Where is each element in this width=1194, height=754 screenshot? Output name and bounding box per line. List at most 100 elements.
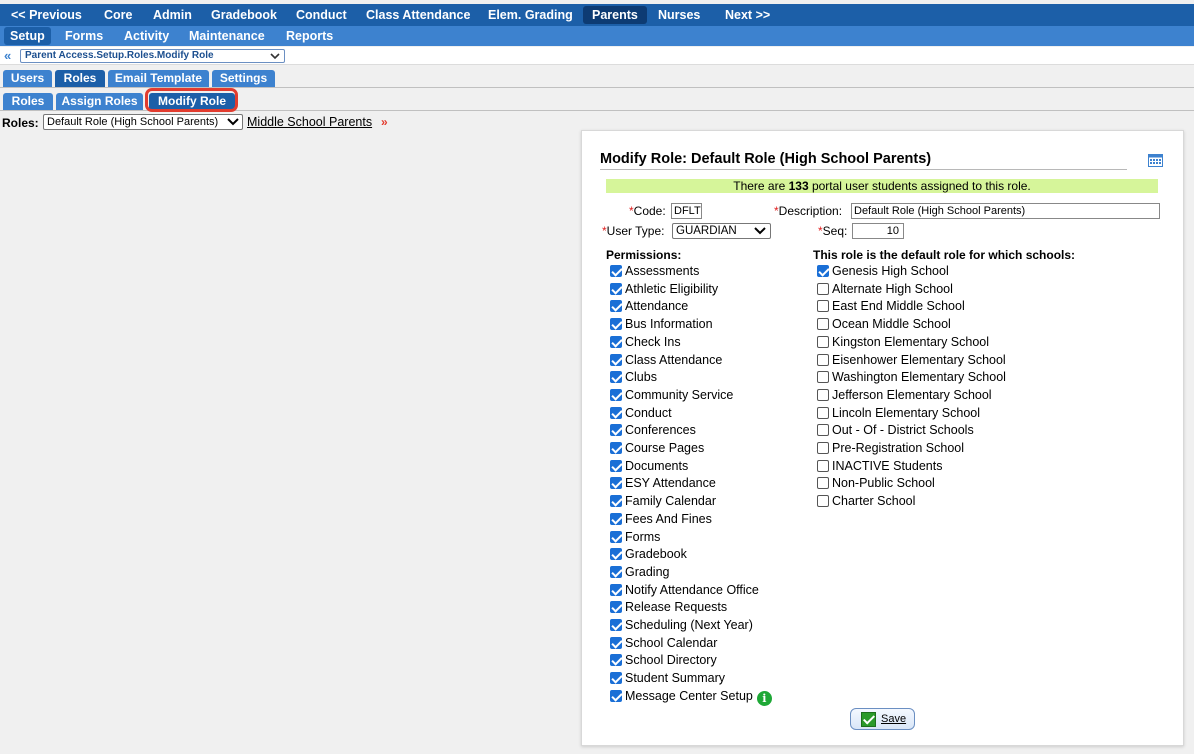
- school-checkbox[interactable]: [817, 282, 829, 295]
- permission-checkbox[interactable]: [610, 654, 622, 667]
- permission-label: Athletic Eligibility: [625, 281, 719, 296]
- school-checkbox[interactable]: [817, 424, 829, 437]
- nav-next[interactable]: Next >>: [725, 4, 770, 26]
- subnav-reports[interactable]: Reports: [286, 26, 333, 46]
- nav-gradebook[interactable]: Gradebook: [211, 4, 277, 26]
- permission-checkbox[interactable]: [610, 371, 622, 384]
- permission-checkbox[interactable]: [610, 300, 622, 313]
- permission-checkbox[interactable]: [610, 353, 622, 366]
- top-nav: << Previous Core Admin Gradebook Conduct…: [0, 4, 1194, 26]
- subnav-maintenance[interactable]: Maintenance: [189, 26, 265, 46]
- school-checkbox[interactable]: [817, 495, 829, 508]
- school-checkbox[interactable]: [817, 300, 829, 313]
- breadcrumb-select[interactable]: Parent Access.Setup.Roles.Modify Role: [20, 49, 285, 63]
- tabs-level1: Users Roles Email Template Settings: [0, 68, 1194, 88]
- double-chevron-left-icon[interactable]: «: [4, 48, 11, 63]
- school-label: INACTIVE Students: [832, 458, 943, 473]
- school-checkbox[interactable]: [817, 459, 829, 472]
- info-icon[interactable]: i: [756, 690, 772, 706]
- permission-label: Attendance: [625, 299, 689, 314]
- permission-checkbox[interactable]: [610, 442, 622, 454]
- user-type-select[interactable]: GUARDIAN: [672, 223, 771, 239]
- permission-checkbox[interactable]: [610, 619, 622, 631]
- nav-previous[interactable]: << Previous: [11, 4, 82, 26]
- permission-checkbox[interactable]: [610, 565, 622, 578]
- permission-checkbox[interactable]: [610, 495, 622, 508]
- permission-checkbox[interactable]: [610, 583, 622, 596]
- permission-checkbox[interactable]: [610, 601, 622, 614]
- school-label: Ocean Middle School: [832, 317, 951, 332]
- permission-label: Documents: [625, 458, 689, 473]
- modify-role-panel: Modify Role: Default Role (High School P…: [581, 130, 1184, 746]
- save-button[interactable]: Save: [850, 708, 915, 730]
- school-label: Pre-Registration School: [832, 441, 965, 455]
- permission-checkbox[interactable]: [610, 406, 622, 419]
- permission-checkbox[interactable]: [610, 689, 622, 702]
- tab-users[interactable]: Users: [3, 70, 52, 87]
- school-checkbox[interactable]: [817, 335, 829, 348]
- nav-core[interactable]: Core: [104, 4, 132, 26]
- permission-label: School Calendar: [625, 635, 718, 650]
- nav-parents[interactable]: Parents: [583, 6, 647, 24]
- school-checkbox[interactable]: [817, 442, 829, 454]
- subnav-setup[interactable]: Setup: [4, 27, 51, 45]
- permission-label: Grading: [625, 564, 670, 579]
- school-checkbox[interactable]: [817, 353, 829, 366]
- permission-label: ESY Attendance: [625, 476, 716, 491]
- permission-checkbox[interactable]: [610, 512, 622, 525]
- nav-admin[interactable]: Admin: [153, 4, 192, 26]
- permission-checkbox[interactable]: [610, 530, 622, 543]
- nav-nurses[interactable]: Nurses: [658, 4, 700, 26]
- description-field[interactable]: Default Role (High School Parents): [851, 203, 1160, 219]
- middle-school-parents-link[interactable]: Middle School Parents: [247, 115, 372, 129]
- permission-label: Class Attendance: [625, 352, 723, 367]
- code-label: *Code:: [629, 204, 666, 218]
- permission-label: Release Requests: [625, 600, 728, 615]
- permission-checkbox[interactable]: [610, 318, 622, 331]
- sub-nav: Setup Forms Activity Maintenance Reports: [0, 26, 1194, 46]
- calendar-icon[interactable]: [1148, 153, 1163, 167]
- permission-checkbox[interactable]: [610, 335, 622, 348]
- permission-checkbox[interactable]: [610, 636, 622, 649]
- panel-title: Modify Role: Default Role (High School P…: [600, 151, 932, 167]
- school-checkbox[interactable]: [817, 477, 829, 490]
- permission-checkbox[interactable]: [610, 388, 622, 401]
- permission-label: Student Summary: [625, 671, 726, 686]
- tab-settings[interactable]: Settings: [212, 70, 275, 87]
- assigned-count-banner: There are 133 portal user students assig…: [606, 179, 1158, 193]
- school-label: Washington Elementary School: [832, 370, 1006, 385]
- tab-email-template[interactable]: Email Template: [108, 70, 209, 87]
- tab-roles[interactable]: Roles: [55, 70, 105, 87]
- double-chevron-right-icon[interactable]: »: [381, 115, 388, 129]
- school-checkbox[interactable]: [817, 406, 829, 419]
- permission-checkbox[interactable]: [610, 672, 622, 685]
- school-label: Alternate High School: [832, 281, 953, 296]
- chevron-down-icon: [270, 53, 280, 60]
- school-checkbox[interactable]: [817, 265, 829, 277]
- nav-conduct[interactable]: Conduct: [296, 4, 347, 26]
- permission-checkbox[interactable]: [610, 265, 622, 277]
- permission-checkbox[interactable]: [610, 424, 622, 437]
- permission-label: Conduct: [625, 405, 672, 420]
- subnav-activity[interactable]: Activity: [124, 26, 169, 46]
- permission-checkbox[interactable]: [610, 282, 622, 295]
- school-checkbox[interactable]: [817, 371, 829, 384]
- roles-select[interactable]: Default Role (High School Parents): [43, 114, 243, 130]
- school-checkbox[interactable]: [817, 388, 829, 401]
- permission-label: Family Calendar: [625, 494, 717, 509]
- tab-sub-roles[interactable]: Roles: [3, 93, 53, 110]
- code-field[interactable]: DFLT: [671, 203, 702, 219]
- subnav-forms[interactable]: Forms: [65, 26, 103, 46]
- seq-field[interactable]: 10: [852, 223, 904, 239]
- permission-checkbox[interactable]: [610, 477, 622, 490]
- school-checkbox[interactable]: [817, 318, 829, 331]
- schools-header: This role is the default role for which …: [813, 248, 1076, 262]
- description-label: *Description:: [774, 204, 843, 218]
- school-label: East End Middle School: [832, 299, 965, 314]
- nav-class-attendance[interactable]: Class Attendance: [366, 4, 470, 26]
- tab-assign-roles[interactable]: Assign Roles: [56, 93, 143, 110]
- nav-elem-grading[interactable]: Elem. Grading: [488, 4, 573, 26]
- school-label: Eisenhower Elementary School: [832, 352, 1006, 367]
- permission-checkbox[interactable]: [610, 548, 622, 561]
- permission-checkbox[interactable]: [610, 459, 622, 472]
